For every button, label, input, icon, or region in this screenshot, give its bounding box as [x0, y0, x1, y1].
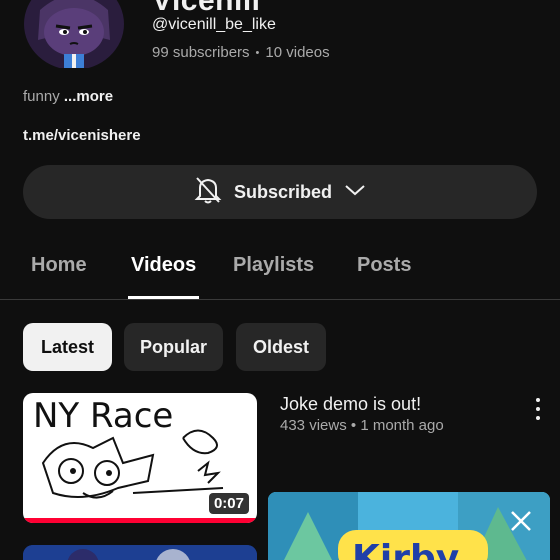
- video-age: 1 month ago: [360, 417, 444, 434]
- video-title[interactable]: Joke demo is out!: [280, 394, 421, 415]
- video-count: 10 videos: [265, 44, 330, 61]
- video-thumbnail-next[interactable]: [23, 545, 257, 560]
- tab-posts[interactable]: Posts: [357, 254, 411, 277]
- close-icon[interactable]: [508, 508, 534, 534]
- subscribed-label: Subscribed: [233, 181, 333, 202]
- video-views: 433 views: [280, 417, 347, 434]
- ad-thumbnail[interactable]: Kirby: [268, 492, 550, 560]
- subscribed-button[interactable]: Subscribed: [23, 165, 537, 219]
- channel-description[interactable]: funny ...more: [23, 88, 113, 105]
- channel-meta: 99 subscribers • 10 videos: [152, 44, 330, 61]
- video-thumbnail[interactable]: NY Race 0:07: [23, 393, 257, 523]
- tab-playlists[interactable]: Playlists: [233, 254, 314, 277]
- video-meta: 433 views • 1 month ago: [280, 417, 444, 434]
- meta-separator: •: [350, 417, 357, 434]
- channel-link[interactable]: t.me/vicenishere: [23, 127, 141, 144]
- chevron-down-icon: [344, 183, 366, 202]
- ad-logo-text: Kirby: [352, 538, 459, 560]
- meta-separator: •: [255, 46, 260, 59]
- bell-off-icon: [194, 175, 222, 210]
- more-options-icon[interactable]: [528, 396, 548, 422]
- active-tab-indicator: [128, 296, 199, 299]
- video-duration: 0:07: [208, 493, 249, 514]
- more-link[interactable]: ...more: [64, 88, 113, 105]
- channel-handle: @vicenill_be_like: [152, 16, 276, 33]
- tab-home[interactable]: Home: [31, 254, 87, 277]
- channel-avatar[interactable]: [20, 0, 128, 68]
- tab-videos[interactable]: Videos: [131, 254, 196, 277]
- watch-progress-bar: [23, 518, 257, 523]
- chip-latest[interactable]: Latest: [23, 323, 112, 371]
- channel-tabs: Home Videos Playlists Posts: [0, 236, 560, 300]
- description-text: funny: [23, 88, 60, 105]
- chip-oldest[interactable]: Oldest: [236, 323, 326, 371]
- subscriber-count: 99 subscribers: [152, 44, 250, 61]
- chip-popular[interactable]: Popular: [124, 323, 223, 371]
- thumbnail-caption: NY Race: [33, 396, 173, 436]
